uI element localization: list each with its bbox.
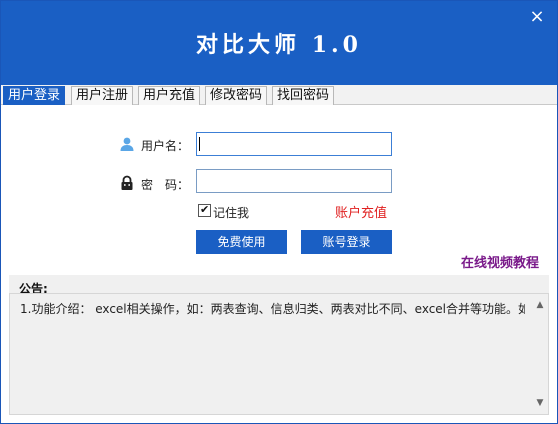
tab-recover-password[interactable]: 找回密码 — [272, 86, 335, 105]
title-bar: 对比大师 1.0 × — [1, 1, 557, 85]
scroll-up-icon[interactable]: ▲ — [535, 300, 545, 310]
tab-change-password[interactable]: 修改密码 — [205, 86, 268, 105]
tab-strip: 用户登录 用户注册 用户充值 修改密码 找回密码 — [1, 85, 557, 105]
lock-icon — [121, 175, 133, 190]
app-window: 对比大师 1.0 × 用户登录 用户注册 用户充值 修改密码 找回密码 用户名：… — [0, 0, 558, 424]
notice-panel: 公告: 1.功能介绍： excel相关操作，如：两表查询、信息归类、两表对比不同… — [9, 275, 549, 415]
account-recharge-link[interactable]: 账户充值 — [335, 202, 387, 221]
login-panel: 用户名： 密 码： ✔ 记住我 账户充值 免费使用 账号登录 在线视频教程 公告… — [1, 105, 557, 423]
remember-checkbox[interactable]: ✔ — [198, 203, 211, 217]
notice-text: 1.功能介绍： excel相关操作，如：两表查询、信息归类、两表对比不同、exc… — [20, 302, 525, 316]
tab-user-register[interactable]: 用户注册 — [71, 86, 134, 105]
username-label: 用户名： — [141, 139, 190, 153]
tab-user-recharge[interactable]: 用户充值 — [138, 86, 201, 105]
scroll-down-icon[interactable]: ▼ — [535, 398, 545, 408]
account-login-button[interactable]: 账号登录 — [301, 230, 392, 254]
free-use-button[interactable]: 免费使用 — [196, 230, 287, 254]
close-button[interactable]: × — [527, 7, 547, 27]
username-input[interactable] — [196, 132, 392, 156]
notice-scrollbar[interactable]: ▲ ▼ — [532, 294, 548, 414]
text-caret — [199, 137, 200, 151]
app-title: 对比大师 1.0 — [196, 32, 362, 58]
checkmark-icon: ✔ — [200, 203, 210, 216]
notice-textarea[interactable]: 1.功能介绍： excel相关操作，如：两表查询、信息归类、两表对比不同、exc… — [9, 293, 549, 415]
remember-label[interactable]: 记住我 — [213, 204, 249, 221]
tab-user-login[interactable]: 用户登录 — [3, 86, 66, 105]
password-input[interactable] — [196, 169, 392, 193]
video-tutorial-link[interactable]: 在线视频教程 — [461, 252, 539, 271]
password-label: 密 码： — [141, 178, 190, 192]
user-icon — [120, 137, 134, 151]
close-icon: × — [529, 6, 545, 27]
